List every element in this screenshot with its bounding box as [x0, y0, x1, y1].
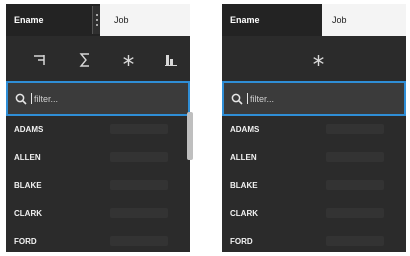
column-header-job[interactable]: Job: [100, 4, 190, 36]
column-header-ename[interactable]: Ename: [222, 4, 322, 36]
column-header-ename[interactable]: Ename: [6, 4, 100, 36]
list-item[interactable]: ALLEN: [6, 144, 190, 172]
ename-cell: FORD: [14, 237, 37, 246]
list-item[interactable]: ALLEN: [222, 144, 406, 172]
grid-panel-right: Ename Job ADAMS ALLEN: [222, 4, 406, 252]
scrollbar-thumb[interactable]: [187, 112, 193, 160]
search-input[interactable]: [34, 93, 188, 104]
column-toolbar: [6, 40, 190, 80]
list-item[interactable]: FORD: [222, 228, 406, 252]
grip-dot: [96, 24, 98, 26]
job-cell: [326, 152, 384, 162]
list-item[interactable]: BLAKE: [6, 172, 190, 200]
freeze-icon[interactable]: [306, 48, 330, 72]
ename-cell: ADAMS: [230, 125, 260, 134]
ename-cell: BLAKE: [230, 181, 258, 190]
ename-cell: FORD: [230, 237, 253, 246]
job-cell: [326, 180, 384, 190]
search-bar[interactable]: [222, 81, 406, 116]
ename-cell: ALLEN: [230, 153, 257, 162]
job-cell: [326, 236, 384, 246]
job-cell: [110, 124, 168, 134]
chart-icon[interactable]: [159, 48, 183, 72]
column-toolbar: [222, 40, 406, 80]
list-item[interactable]: ADAMS: [222, 116, 406, 144]
ename-list: ADAMS ALLEN BLAKE CLARK FORD: [222, 116, 406, 252]
sum-icon[interactable]: [73, 48, 97, 72]
text-cursor: [31, 93, 32, 104]
search-input[interactable]: [250, 93, 404, 104]
grid-panel-left: Ename Job filter... ADAMS ALLEN BLAKE CL…: [6, 4, 190, 252]
search-icon: [230, 92, 244, 106]
job-cell: [326, 124, 384, 134]
text-cursor: [247, 93, 248, 104]
grid-header: Ename Job: [6, 4, 190, 36]
ename-cell: CLARK: [230, 209, 258, 218]
column-header-job[interactable]: Job: [322, 4, 406, 36]
list-item[interactable]: CLARK: [222, 200, 406, 228]
ename-cell: BLAKE: [14, 181, 42, 190]
search-icon: [14, 92, 28, 106]
job-cell: [326, 208, 384, 218]
freeze-icon[interactable]: [116, 48, 140, 72]
job-cell: [110, 236, 168, 246]
list-item[interactable]: BLAKE: [222, 172, 406, 200]
list-item[interactable]: ADAMS: [6, 116, 190, 144]
job-cell: [110, 180, 168, 190]
ename-cell: CLARK: [14, 209, 42, 218]
grip-dot: [96, 14, 98, 16]
list-item[interactable]: FORD: [6, 228, 190, 252]
grip-dot: [96, 19, 98, 21]
search-bar[interactable]: [6, 81, 190, 116]
ename-cell: ALLEN: [14, 153, 41, 162]
ename-cell: ADAMS: [14, 125, 44, 134]
grid-header: Ename Job: [222, 4, 406, 36]
ename-list: ADAMS ALLEN BLAKE CLARK FORD: [6, 116, 190, 252]
job-cell: [110, 208, 168, 218]
list-item[interactable]: CLARK: [6, 200, 190, 228]
job-cell: [110, 152, 168, 162]
sort-icon[interactable]: [28, 48, 52, 72]
